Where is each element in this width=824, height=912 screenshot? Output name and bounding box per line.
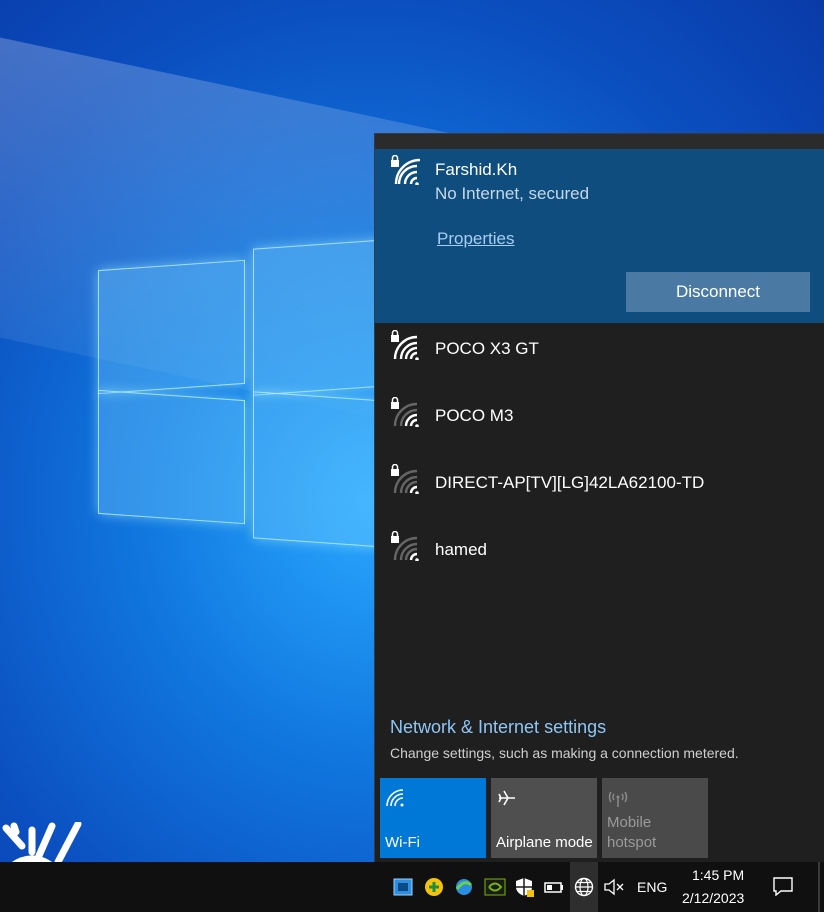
internet-download-icon[interactable] (453, 877, 475, 897)
network-item-direct-ap-tv[interactable]: DIRECT-AP[TV][LG]42LA62100-TD (375, 457, 824, 519)
flyout-top-bar (375, 134, 824, 149)
network-item-poco-m3[interactable]: POCO M3 (375, 390, 824, 452)
security-shield-icon[interactable] (513, 877, 535, 897)
wifi-icon (386, 789, 404, 807)
hotspot-icon (608, 791, 628, 807)
secured-wifi-weak-icon (391, 464, 419, 494)
secured-wifi-weak-icon (391, 531, 419, 561)
taskbar: ENG 1:45 PM 2/12/2023 (0, 862, 824, 912)
show-desktop-button[interactable] (818, 862, 820, 912)
secured-wifi-strong-icon (391, 155, 421, 185)
network-name: DIRECT-AP[TV][LG]42LA62100-TD (435, 473, 705, 492)
airplane-mode-label: Airplane mode (496, 834, 593, 851)
windows-logo (98, 235, 415, 550)
wifi-toggle-label: Wi-Fi (385, 834, 420, 851)
network-name: POCO X3 GT (435, 339, 539, 358)
network-settings-description: Change settings, such as making a connec… (390, 745, 739, 761)
download-manager-icon[interactable] (423, 877, 445, 897)
network-adapter-icon[interactable] (392, 877, 414, 897)
action-center-icon[interactable] (772, 876, 794, 896)
nvidia-icon[interactable] (484, 877, 506, 897)
network-flyout: Farshid.Kh No Internet, secured Properti… (374, 133, 824, 863)
network-settings-link[interactable]: Network & Internet settings (390, 717, 606, 738)
secured-wifi-weak-icon (391, 397, 419, 427)
airplane-mode-toggle[interactable]: Airplane mode (491, 778, 597, 858)
disconnect-button[interactable]: Disconnect (626, 272, 810, 312)
network-name: POCO M3 (435, 406, 514, 425)
secured-wifi-strong-icon (391, 330, 419, 360)
connected-network-panel[interactable]: Farshid.Kh No Internet, secured Properti… (375, 149, 824, 323)
wifi-toggle[interactable]: Wi-Fi (380, 778, 486, 858)
language-indicator[interactable]: ENG (637, 879, 667, 895)
connected-network-name: Farshid.Kh (435, 160, 518, 179)
network-item-poco-x3-gt[interactable]: POCO X3 GT (375, 323, 824, 385)
properties-link[interactable]: Properties (437, 229, 514, 249)
mobile-hotspot-label: Mobile hotspot (607, 814, 657, 851)
clock-date[interactable]: 2/12/2023 (682, 890, 744, 906)
speaker-muted-icon[interactable] (603, 877, 625, 897)
globe-network-icon[interactable] (573, 877, 595, 897)
clock-time[interactable]: 1:45 PM (692, 867, 744, 883)
network-item-hamed[interactable]: hamed (375, 524, 824, 586)
mobile-hotspot-toggle[interactable]: Mobile hotspot (602, 778, 708, 858)
airplane-icon (498, 790, 515, 806)
network-name: hamed (435, 540, 487, 559)
connected-network-status: No Internet, secured (435, 184, 590, 203)
battery-icon[interactable] (543, 877, 565, 897)
